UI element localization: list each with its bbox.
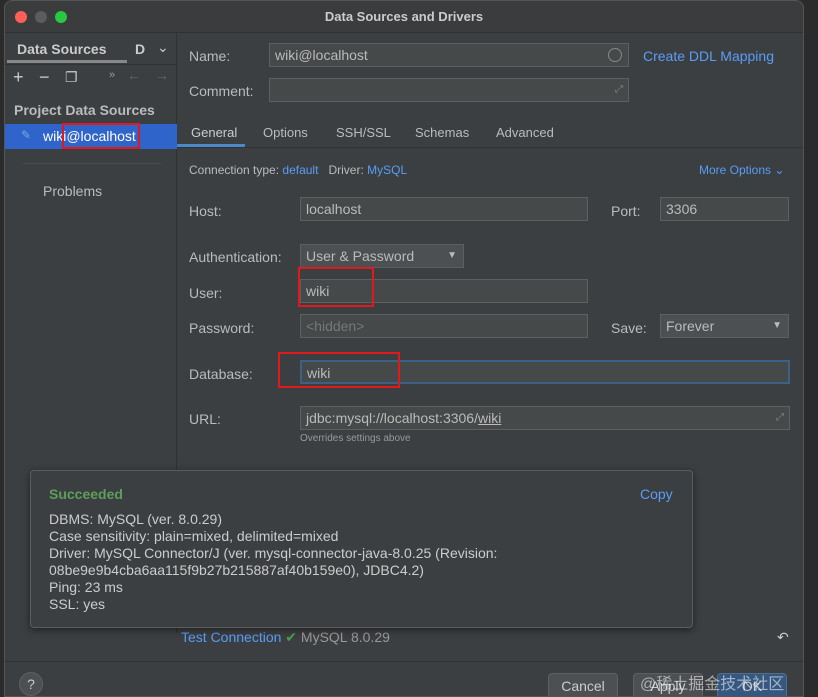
tab-ssh-ssl[interactable]: SSH/SSL <box>336 125 391 140</box>
duplicate-icon[interactable]: ❐ <box>65 69 78 86</box>
zoom-window-button[interactable] <box>55 11 67 23</box>
driver-link[interactable]: MySQL <box>367 163 407 177</box>
color-icon[interactable] <box>608 48 622 62</box>
name-input[interactable]: wiki@localhost <box>269 43 629 67</box>
authentication-label: Authentication: <box>189 249 282 265</box>
password-label: Password: <box>189 320 255 336</box>
forward-arrow-icon[interactable]: → <box>155 67 169 83</box>
create-ddl-mapping-link[interactable]: Create DDL Mapping <box>643 48 774 64</box>
authentication-select[interactable]: User & Password ▼ <box>300 244 464 268</box>
dropdown-arrow-icon: ▼ <box>447 250 457 261</box>
status-succeeded: Succeeded <box>49 486 123 502</box>
expand-icon[interactable]: ⤢ <box>615 79 623 101</box>
title-bar: Data Sources and Drivers <box>5 1 803 33</box>
tab-general[interactable]: General <box>191 125 237 140</box>
save-label: Save: <box>611 320 647 336</box>
tab-underline <box>7 60 127 63</box>
tab-drivers[interactable]: D <box>135 41 145 57</box>
connection-type-link[interactable]: default <box>282 163 318 177</box>
test-connection-row: Test Connection ✔ MySQL 8.0.29 <box>181 629 390 646</box>
user-label: User: <box>189 285 223 301</box>
revert-icon[interactable]: ↶ <box>777 629 789 646</box>
sidebar-item-problems[interactable]: Problems <box>43 183 102 199</box>
minimize-window-button[interactable] <box>35 11 47 23</box>
name-label: Name: <box>189 48 231 64</box>
tab-schemas[interactable]: Schemas <box>415 125 469 140</box>
help-button[interactable]: ? <box>19 672 43 696</box>
more-icon[interactable]: » <box>109 69 115 81</box>
more-options-link[interactable]: More Options ⌄ <box>699 163 784 177</box>
copy-link[interactable]: Copy <box>640 486 673 502</box>
checkmark-icon: ✔ <box>285 629 298 645</box>
back-arrow-icon[interactable]: ← <box>127 67 141 83</box>
url-input[interactable]: jdbc:mysql://localhost:3306/wiki ⤢ <box>300 406 790 430</box>
close-window-button[interactable] <box>15 11 27 23</box>
tab-data-sources[interactable]: Data Sources <box>17 41 106 57</box>
highlight-box <box>278 352 400 388</box>
tab-options[interactable]: Options <box>263 125 308 140</box>
url-label: URL: <box>189 411 221 427</box>
mysql-icon: ✎ <box>21 128 32 142</box>
host-input[interactable]: localhost <box>300 197 588 221</box>
popup-line: DBMS: MySQL (ver. 8.0.29) <box>49 511 222 527</box>
add-icon[interactable]: + <box>13 67 24 88</box>
popup-line: SSL: yes <box>49 596 106 612</box>
popup-line: 08be9e9b4cba6aa115f9b27b215887af40b159e0… <box>49 562 424 578</box>
test-result: MySQL 8.0.29 <box>300 629 390 645</box>
popup-line: Ping: 23 ms <box>49 579 123 595</box>
expand-icon[interactable]: ⤢ <box>776 407 784 429</box>
popup-line: Case sensitivity: plain=mixed, delimited… <box>49 528 339 544</box>
url-hint: Overrides settings above <box>300 433 411 444</box>
dropdown-arrow-icon: ▼ <box>772 320 782 331</box>
watermark: @稀土掘金技术社区 <box>640 676 785 693</box>
port-input[interactable]: 3306 <box>660 197 789 221</box>
connection-result-popup: Succeeded Copy DBMS: MySQL (ver. 8.0.29)… <box>30 470 693 628</box>
remove-icon[interactable]: − <box>39 67 50 88</box>
driver-label: Driver: <box>328 163 364 177</box>
comment-input[interactable]: ⤢ <box>269 78 629 102</box>
tab-advanced[interactable]: Advanced <box>496 125 554 140</box>
comment-label: Comment: <box>189 83 254 99</box>
password-input[interactable]: <hidden> <box>300 314 588 338</box>
save-select[interactable]: Forever ▼ <box>660 314 789 338</box>
cancel-button[interactable]: Cancel <box>548 673 618 696</box>
port-label: Port: <box>611 203 641 219</box>
test-connection-link[interactable]: Test Connection <box>181 629 281 645</box>
highlight-box <box>298 267 374 307</box>
chevron-down-icon[interactable]: ⌄ <box>157 39 169 56</box>
section-project-data-sources: Project Data Sources <box>14 102 155 118</box>
highlight-box <box>62 123 140 149</box>
database-label: Database: <box>189 366 253 382</box>
popup-line: Driver: MySQL Connector/J (ver. mysql-co… <box>49 545 498 561</box>
host-label: Host: <box>189 203 222 219</box>
connection-type-label: Connection type: <box>189 163 280 177</box>
window-title: Data Sources and Drivers <box>324 9 484 24</box>
